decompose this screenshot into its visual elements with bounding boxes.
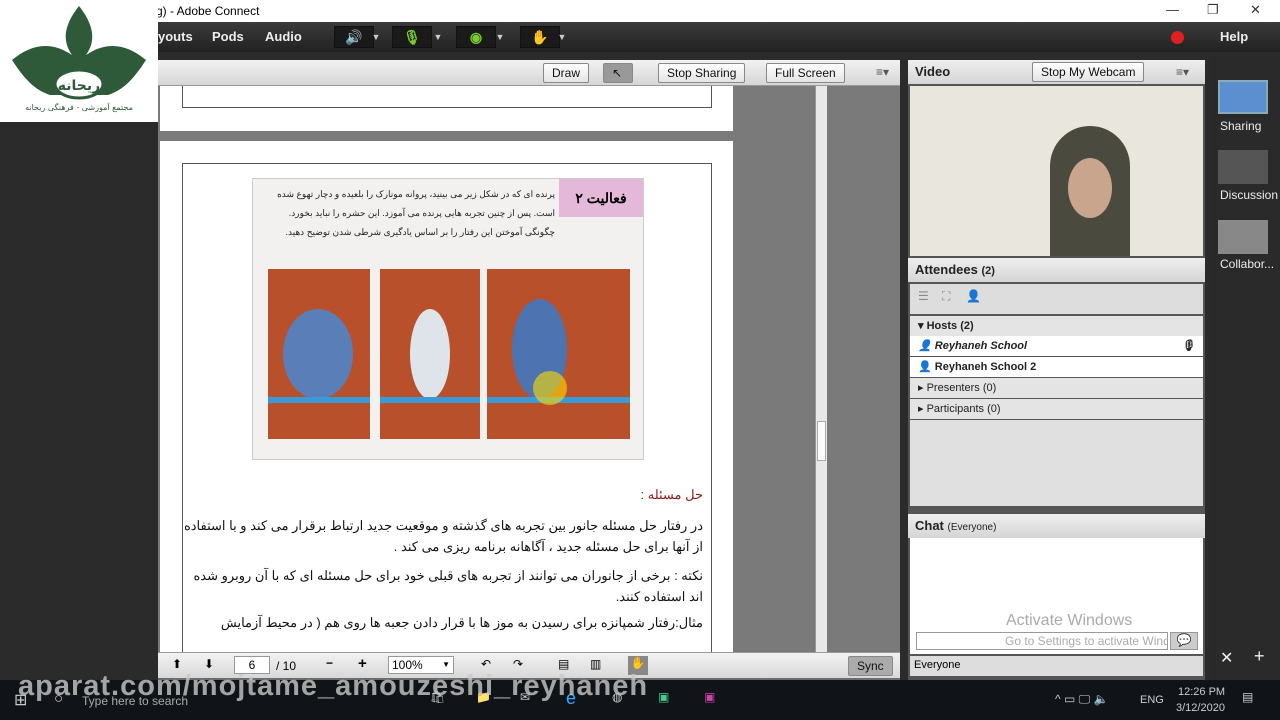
microphone-icon[interactable]: 🎙 [392,26,432,48]
participants-group[interactable]: ▸ Participants (0) [910,399,1203,419]
menu-help[interactable]: Help [1220,29,1248,44]
bird-photo [268,269,370,439]
aparat-watermark: aparat.com/mojtame_amouzeshi_reyhaneh [18,670,649,702]
activity-text: پرنده ای که در شکل زیر می بینید، پروانه … [277,189,555,237]
svg-text:ریحانه: ریحانه [58,78,100,94]
attendees-header: Attendees (2) [908,258,1205,282]
fit-width-icon[interactable]: ▥ [590,657,601,671]
page-6: فعالیت ۲ پرنده ای که در شکل زیر می بینید… [160,141,733,652]
section-heading: حل مسئله : [640,487,703,502]
chat-recipient[interactable]: Everyone [910,656,1203,676]
speaking-mic-icon: 🎙 [1181,340,1195,352]
layout-thumbnail[interactable] [1218,80,1268,114]
layouts-sidebar: Sharing Discussion Collabor... ✕ + [1210,52,1280,680]
bird-photo [380,269,480,439]
page-5 [160,86,733,131]
hosts-group[interactable]: ▾ Hosts (2) [910,316,1203,336]
chevron-down-icon[interactable]: ▼ [431,26,445,48]
layout-discussion[interactable]: Discussion [1220,188,1278,202]
share-pod: Draw ↖ Stop Sharing Full Screen ≡▾ فعالی… [158,60,900,680]
right-pods: Video Stop My Webcam ≡▾ Attendees (2) ☰ … [908,60,1205,680]
status-view-icon[interactable]: 👤 [966,289,981,303]
host-icon: 👤 [918,361,932,373]
chat-input[interactable]: Go to Settings to activate Windows. [916,632,1168,650]
share-toolbar: Draw ↖ Stop Sharing Full Screen ≡▾ [158,60,900,86]
chevron-down-icon[interactable]: ▼ [493,26,507,48]
arrow-down-icon[interactable]: ⬇ [204,657,214,671]
language-indicator[interactable]: ENG [1140,694,1164,706]
pod-menu-icon[interactable]: ≡▾ [1176,65,1189,79]
bird-photo [487,269,630,439]
paragraph: در رفتار حل مسئله جانور بین تجربه های گذ… [183,518,703,554]
record-icon[interactable] [1171,31,1184,44]
notifications-icon[interactable]: ▤ [1242,690,1253,704]
fit-page-icon[interactable]: ▤ [558,657,569,671]
layout-collaboration[interactable]: Collabor... [1220,257,1274,271]
attendee-row[interactable]: 👤 Reyhaneh School 2 [910,357,1203,377]
chevron-down-icon[interactable]: ▼ [369,26,383,48]
presenters-group[interactable]: ▸ Presenters (0) [910,378,1203,398]
chat-header: Chat (Everyone) [908,514,1205,538]
send-message-icon[interactable]: 💬 [1170,632,1198,650]
add-layout-icon[interactable]: + [1254,646,1265,667]
pointer-highlight [533,371,567,405]
raise-hand-icon[interactable]: ✋ [520,26,560,48]
draw-button[interactable]: Draw [543,63,590,83]
webcam-video [910,86,1203,256]
menu-audio[interactable]: Audio [265,29,302,44]
pod-menu-icon[interactable]: ≡▾ [876,65,889,79]
list-view-icon[interactable]: ☰ [918,289,929,303]
stop-webcam-button[interactable]: Stop My Webcam [1032,62,1145,82]
camtasia-icon[interactable]: ▣ [658,690,669,704]
svg-text:مجتمع آموزشی - فرهنگی ریحانه: مجتمع آموزشی - فرهنگی ریحانه [25,102,133,112]
paragraph: مثال:رفتار شمپانزه برای رسیدن به موز ها … [220,615,703,630]
window-title: g) - Adobe Connect [156,4,260,18]
vertical-scrollbar[interactable] [815,86,827,652]
activity-image: فعالیت ۲ پرنده ای که در شکل زیر می بینید… [252,178,644,460]
activity-title: فعالیت ۲ [559,179,643,217]
rotate-right-icon[interactable]: ↷ [513,657,523,671]
menu-bar: youts Pods Audio 🔊 ▼ 🎙 ▼ ◉ ▼ ✋ ▼ Help [0,22,1280,52]
attendee-view-toolbar: ☰ ⛶ 👤 [910,284,1203,314]
adobe-connect-icon[interactable]: ▣ [704,690,715,704]
full-screen-button[interactable]: Full Screen [766,63,845,83]
menu-pods[interactable]: Pods [212,29,244,44]
minimize-button[interactable]: — [1166,2,1179,17]
document-viewer[interactable]: فعالیت ۲ پرنده ای که در شکل زیر می بینید… [158,86,818,652]
rotate-left-icon[interactable]: ↶ [481,657,491,671]
paragraph: نکته : برخی از جانوران می توانند از تجرب… [193,568,704,604]
chevron-down-icon[interactable]: ▼ [555,26,569,48]
sync-button[interactable]: Sync [848,656,893,676]
breakout-view-icon[interactable]: ⛶ [942,289,950,304]
restore-button[interactable]: ❐ [1207,2,1219,18]
zoom-out-icon[interactable]: − [326,656,333,670]
speaker-icon[interactable]: 🔊 [334,26,374,48]
tray-icons[interactable]: ^ ▭ 🖵 🔈 [1055,692,1108,707]
menu-layouts[interactable]: youts [158,29,193,44]
arrow-up-icon[interactable]: ⬆ [172,657,182,671]
clock-date[interactable]: 3/12/2020 [1176,702,1225,714]
host-icon: 👤 [918,340,932,352]
logo: ریحانه مجتمع آموزشی - فرهنگی ریحانه [0,0,158,122]
webcam-icon[interactable]: ◉ [456,26,496,48]
title-bar: g) - Adobe Connect — ❐ ✕ [0,0,1280,22]
clock-time[interactable]: 12:26 PM [1178,686,1225,698]
pointer-icon[interactable]: ↖ [603,63,633,83]
close-button[interactable]: ✕ [1250,2,1261,18]
attendee-row[interactable]: 👤 Reyhaneh School 🎙 [910,336,1203,356]
activation-watermark: Activate Windows [1006,612,1133,629]
layout-sharing[interactable]: Sharing [1220,119,1261,133]
tools-icon[interactable]: ✕ [1220,648,1233,668]
stop-sharing-button[interactable]: Stop Sharing [658,63,746,83]
